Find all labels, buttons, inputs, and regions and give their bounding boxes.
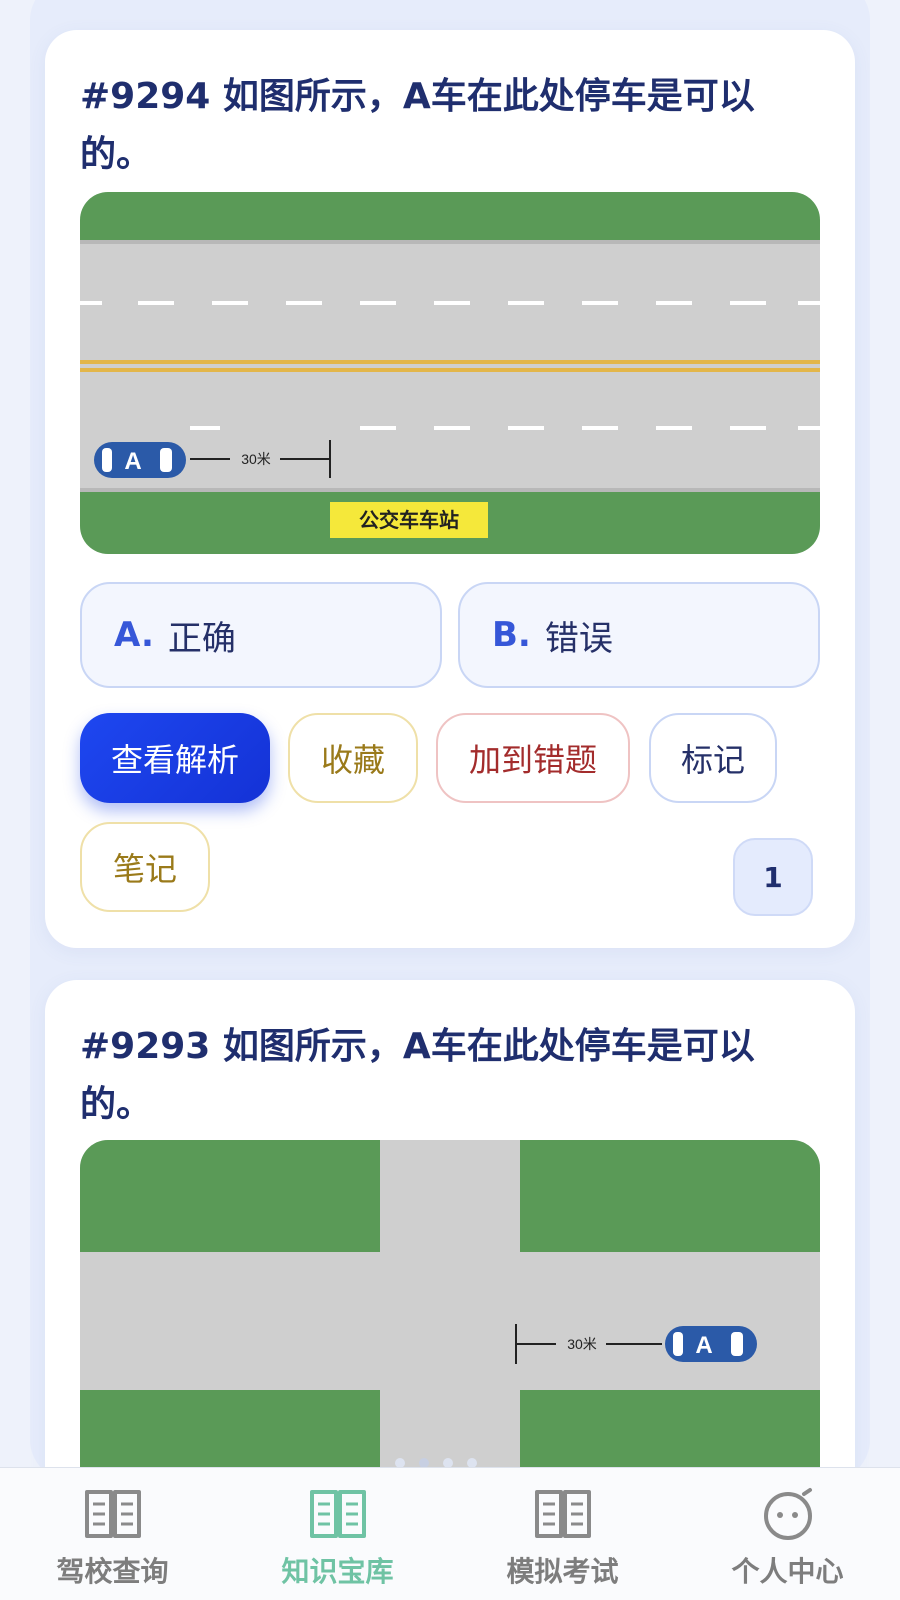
book-icon bbox=[534, 1490, 591, 1538]
tab-knowledge-base[interactable]: 知识宝库 bbox=[225, 1468, 450, 1600]
note-button[interactable]: 笔记 bbox=[80, 822, 210, 912]
svg-text:A: A bbox=[124, 448, 141, 475]
tab-label: 知识宝库 bbox=[281, 1555, 394, 1588]
tab-mock-exam[interactable]: 模拟考试 bbox=[450, 1468, 675, 1600]
option-a[interactable]: A. 正确 bbox=[80, 582, 442, 688]
svg-text:A: A bbox=[695, 1332, 712, 1359]
option-b[interactable]: B. 错误 bbox=[458, 582, 820, 688]
option-text: 正确 bbox=[167, 618, 236, 659]
svg-text:30米: 30米 bbox=[567, 1336, 597, 1352]
tab-driving-school-query[interactable]: 驾校查询 bbox=[0, 1468, 225, 1600]
svg-text:公交车车站: 公交车车站 bbox=[359, 508, 459, 532]
favorite-button[interactable]: 收藏 bbox=[288, 713, 418, 803]
page-number-badge[interactable]: 1 bbox=[733, 838, 813, 916]
option-letter: B. bbox=[492, 615, 531, 655]
face-icon bbox=[763, 1488, 812, 1540]
option-text: 错误 bbox=[544, 618, 613, 659]
car-a-icon: A bbox=[665, 1326, 757, 1362]
car-a-icon: A bbox=[94, 442, 186, 478]
road-diagram-bus-stop: A 30米 公交车车站 bbox=[80, 192, 820, 554]
tab-label: 驾校查询 bbox=[56, 1555, 169, 1588]
question-title: #9293 如图所示，A车在此处停车是可以的。 bbox=[80, 1026, 755, 1125]
option-letter: A. bbox=[114, 615, 154, 655]
svg-text:30米: 30米 bbox=[241, 451, 271, 467]
view-analysis-button[interactable]: 查看解析 bbox=[80, 713, 270, 803]
tab-label: 模拟考试 bbox=[506, 1555, 619, 1588]
tab-personal-center[interactable]: 个人中心 bbox=[675, 1468, 900, 1600]
book-icon bbox=[309, 1490, 366, 1538]
question-card: #9294 如图所示，A车在此处停车是可以的。 A 30米 公交车车站 A. 正… bbox=[45, 30, 855, 948]
tab-label: 个人中心 bbox=[731, 1555, 844, 1588]
add-to-wrong-button[interactable]: 加到错题 bbox=[436, 713, 630, 803]
bottom-tab-bar: 驾校查询 知识宝库 模拟考试 个人中心 bbox=[0, 1467, 900, 1600]
mark-button[interactable]: 标记 bbox=[649, 713, 777, 803]
question-title: #9294 如图所示，A车在此处停车是可以的。 bbox=[80, 76, 755, 175]
question-figure: A 30米 公交车车站 bbox=[80, 192, 820, 554]
book-icon bbox=[84, 1490, 141, 1538]
